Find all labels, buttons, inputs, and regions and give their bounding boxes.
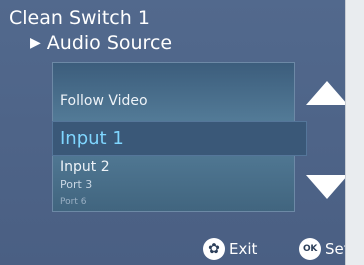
triangle-down-icon xyxy=(306,175,345,199)
gear-icon: ✿ xyxy=(203,238,225,260)
list-item-port-3[interactable]: Port 3 xyxy=(60,178,92,191)
scroll-up-button[interactable] xyxy=(305,80,346,106)
scroll-down-button[interactable] xyxy=(305,174,346,200)
page-subtitle: ▶ Audio Source xyxy=(30,31,172,55)
triangle-right-icon: ▶ xyxy=(30,35,41,51)
ok-icon: OK xyxy=(299,238,321,260)
osd-panel: Clean Switch 1 ▶ Audio Source Follow Vide… xyxy=(0,0,346,265)
set-label: Set xyxy=(325,240,345,258)
triangle-up-icon xyxy=(306,81,345,105)
set-button[interactable]: OK Set xyxy=(299,237,345,261)
list-item-selected[interactable]: Input 1 xyxy=(52,121,307,156)
selected-item-label: Input 1 xyxy=(60,128,124,149)
subtitle-label: Audio Source xyxy=(46,32,173,54)
list-item-input-2[interactable]: Input 2 xyxy=(60,159,110,175)
list-item-port-6[interactable]: Port 6 xyxy=(60,197,86,207)
list-item-follow-video[interactable]: Follow Video xyxy=(60,93,148,109)
exit-label: Exit xyxy=(229,240,258,258)
exit-button[interactable]: ✿ Exit xyxy=(203,237,257,261)
page-title: Clean Switch 1 xyxy=(9,7,150,29)
